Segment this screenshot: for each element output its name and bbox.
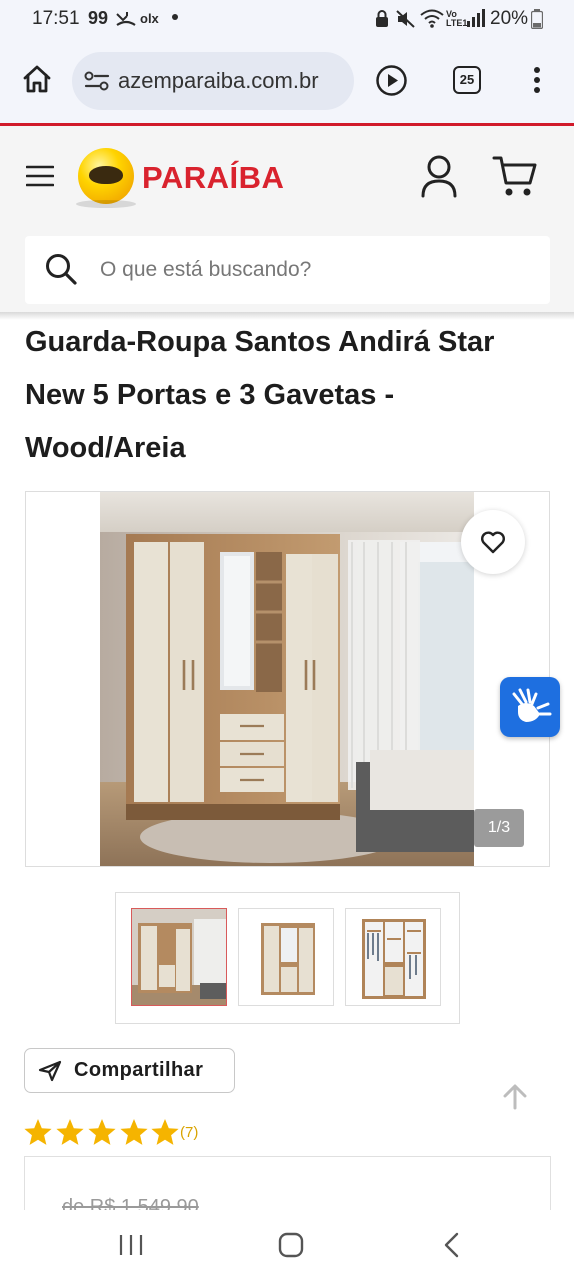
- signal-icon: [467, 9, 485, 27]
- play-icon[interactable]: [375, 64, 408, 97]
- tabs-button[interactable]: 25: [453, 66, 481, 94]
- sign-language-icon[interactable]: [508, 686, 552, 728]
- heart-icon[interactable]: [480, 530, 506, 554]
- battery-icon: [531, 9, 543, 29]
- url-text[interactable]: azemparaiba.com.br: [118, 68, 344, 94]
- rating-stars: [24, 1119, 179, 1145]
- thumbnail-1[interactable]: [131, 908, 227, 1006]
- status-time: 17:51: [32, 8, 80, 29]
- hamburger-menu-icon[interactable]: [26, 164, 54, 188]
- back-icon[interactable]: [443, 1232, 461, 1258]
- search-input[interactable]: [100, 250, 530, 290]
- battery-percent: 20%: [490, 8, 529, 29]
- send-icon[interactable]: [38, 1060, 62, 1082]
- home-icon[interactable]: [22, 64, 52, 94]
- user-icon[interactable]: [420, 154, 458, 198]
- volte-icon: Vo LTE1: [446, 9, 468, 28]
- thumbnail-3[interactable]: [345, 908, 441, 1006]
- image-counter: 1/3: [474, 809, 524, 847]
- review-count[interactable]: (7): [180, 1124, 198, 1141]
- search-icon[interactable]: [44, 252, 78, 286]
- missed-call-icon: [116, 12, 136, 26]
- logo-shadow: [76, 200, 136, 208]
- site-info-icon[interactable]: [84, 70, 110, 92]
- cart-icon[interactable]: [492, 154, 538, 198]
- product-title: Guarda-Roupa Santos Andirá Star New 5 Po…: [25, 326, 495, 464]
- olx-notification-icon: olx: [140, 11, 159, 26]
- lock-icon: [376, 10, 388, 27]
- recent-apps-icon[interactable]: [118, 1233, 144, 1257]
- mute-icon: [396, 10, 415, 28]
- brand-name[interactable]: PARAÍBA: [142, 160, 284, 196]
- wifi-icon: [420, 9, 444, 28]
- thumbnail-2[interactable]: [238, 908, 334, 1006]
- home-button-icon[interactable]: [278, 1232, 304, 1258]
- arrow-up-icon[interactable]: [500, 1082, 530, 1112]
- more-vertical-icon[interactable]: [530, 64, 544, 96]
- more-notifications-dot: [172, 14, 178, 20]
- share-label[interactable]: Compartilhar: [74, 1059, 203, 1082]
- status-bar: [0, 0, 574, 38]
- product-image[interactable]: [100, 492, 474, 866]
- logo-mark: [89, 166, 123, 184]
- notification-count: 99: [88, 8, 109, 28]
